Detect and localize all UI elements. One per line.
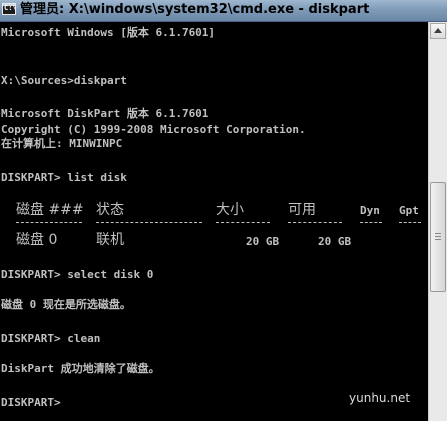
table-separator xyxy=(288,222,342,224)
grip-line xyxy=(435,233,441,234)
console-line-selected: 磁盘 0 现在是所选磁盘。 xyxy=(1,298,131,311)
table-header-gpt: Gpt xyxy=(399,204,419,217)
grip-line xyxy=(435,239,441,240)
console-line-computer: 在计算机上: MINWINPC xyxy=(1,137,123,150)
icon-glyph: C:\ xyxy=(4,4,17,12)
table-separator xyxy=(96,222,202,224)
grip-line xyxy=(435,236,441,237)
scroll-up-arrow-icon[interactable] xyxy=(430,23,446,39)
table-separator xyxy=(216,222,270,224)
table-header-size: 大小 xyxy=(216,202,244,218)
cmd-window: C:\ 管理员: X:\windows\system32\cmd.exe - d… xyxy=(0,0,447,421)
table-header-disk: 磁盘 ### xyxy=(16,202,84,218)
console-line-version: Microsoft Windows [版本 6.1.7601] xyxy=(1,26,216,39)
table-cell-free: 20 GB xyxy=(318,235,352,248)
scroll-thumb[interactable] xyxy=(430,182,446,292)
table-cell-disk: 磁盘 0 xyxy=(16,232,58,248)
table-separator xyxy=(399,222,421,224)
cmd-console-icon[interactable]: C:\ xyxy=(2,3,17,15)
console-line-final-prompt: DISKPART> xyxy=(1,396,61,409)
table-separator xyxy=(360,222,382,224)
table-header-dyn: Dyn xyxy=(360,204,380,217)
watermark: yunhu.net xyxy=(349,391,411,405)
console-output[interactable]: Microsoft Windows [版本 6.1.7601] X:\Sourc… xyxy=(0,22,428,421)
console-line-prompt-diskpart: X:\Sources>diskpart xyxy=(1,74,127,87)
title-bar[interactable]: C:\ 管理员: X:\windows\system32\cmd.exe - d… xyxy=(0,0,447,22)
console-line-list-disk: DISKPART> list disk xyxy=(1,171,127,184)
table-header-status: 状态 xyxy=(96,202,124,218)
vertical-scrollbar[interactable] xyxy=(428,22,447,421)
table-header-free: 可用 xyxy=(288,202,316,218)
console-line-diskpart-version: Microsoft DiskPart 版本 6.1.7601 xyxy=(1,107,209,120)
table-cell-status: 联机 xyxy=(96,232,124,248)
window-title: 管理员: X:\windows\system32\cmd.exe - diskp… xyxy=(20,2,370,17)
console-line-clean: DISKPART> clean xyxy=(1,332,101,345)
console-line-clean-result: DiskPart 成功地清除了磁盘。 xyxy=(1,362,160,375)
table-separator xyxy=(16,222,82,224)
console-line-copyright: Copyright (C) 1999-2008 Microsoft Corpor… xyxy=(1,123,306,136)
console-line-select-disk: DISKPART> select disk 0 xyxy=(1,268,154,281)
table-cell-size: 20 GB xyxy=(246,235,280,248)
